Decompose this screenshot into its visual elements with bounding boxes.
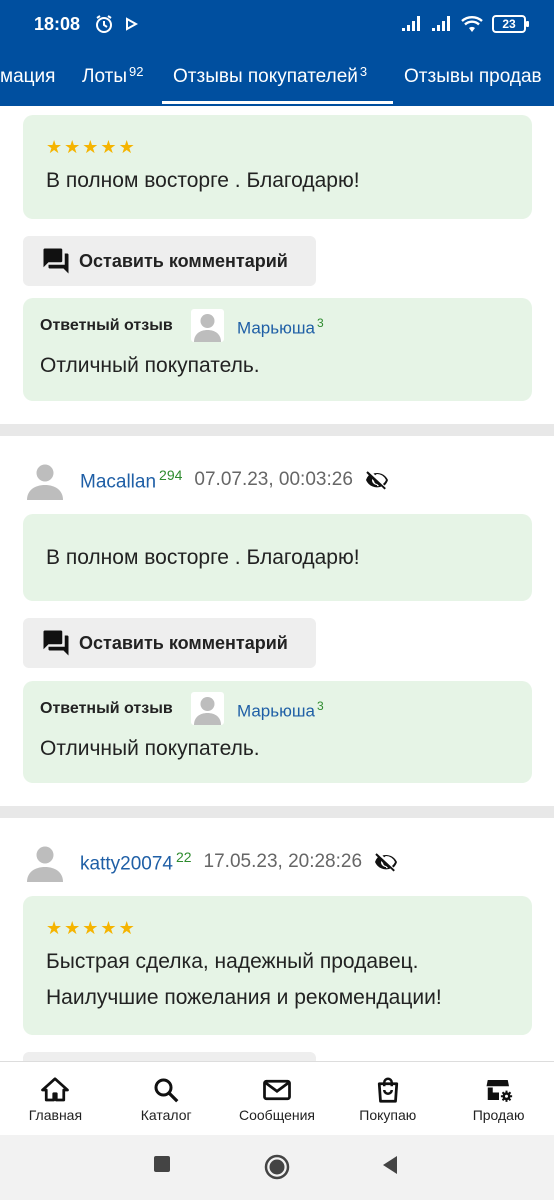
rating-stars: ★ ★ ★ ★ ★ xyxy=(46,138,135,156)
system-navigation-bar xyxy=(0,1135,554,1200)
tab-buyer-reviews-count: 3 xyxy=(359,63,368,79)
tab-seller-reviews[interactable]: Отзывы продав xyxy=(404,48,542,106)
star-icon: ★ xyxy=(82,918,99,938)
nav-messages[interactable]: Сообщения xyxy=(222,1062,333,1135)
review-text-line: Наилучшие пожелания и рекомендации! xyxy=(46,986,442,1009)
active-tab-indicator xyxy=(162,101,393,104)
leave-comment-button[interactable]: Оставить комментарий xyxy=(23,236,316,286)
review-card: В полном восторге . Благодарю! xyxy=(23,514,532,601)
tab-lots-count: 92 xyxy=(128,63,144,79)
signal-icon-2 xyxy=(432,16,450,31)
reply-text: Отличный покупатель. xyxy=(40,354,260,377)
home-button[interactable] xyxy=(264,1154,290,1180)
star-icon: ★ xyxy=(82,137,99,157)
leave-comment-label: Оставить комментарий xyxy=(79,632,288,653)
search-icon xyxy=(154,1078,179,1102)
alarm-icon xyxy=(96,15,113,33)
status-time: 18:08 xyxy=(34,13,81,34)
eye-off-icon[interactable] xyxy=(365,468,389,492)
eye-off-icon[interactable] xyxy=(374,850,398,874)
star-icon: ★ xyxy=(118,918,135,938)
divider xyxy=(0,424,554,436)
avatar xyxy=(191,309,224,342)
author-rating: 22 xyxy=(175,848,192,865)
mail-icon xyxy=(263,1079,291,1100)
signal-icon xyxy=(402,16,420,31)
user-rating: 3 xyxy=(316,699,324,713)
star-icon: ★ xyxy=(64,137,81,157)
reply-username-link[interactable]: Марьюша 3 xyxy=(237,316,324,339)
review-card: ★ ★ ★ ★ ★ В полном восторге . Благодарю! xyxy=(23,115,532,219)
avatar xyxy=(27,464,63,500)
star-icon: ★ xyxy=(46,918,63,938)
user-rating: 3 xyxy=(316,316,324,330)
review-author-row: Macallan 294 07.07.23, 00:03:26 xyxy=(25,460,389,500)
user-icon xyxy=(194,314,221,342)
user-icon xyxy=(194,697,221,725)
star-icon: ★ xyxy=(64,918,81,938)
nav-buying[interactable]: Покупаю xyxy=(332,1062,443,1135)
star-icon: ★ xyxy=(100,137,117,157)
reply-username-link[interactable]: Марьюша 3 xyxy=(237,699,324,722)
reviews-list[interactable]: ★ ★ ★ ★ ★ В полном восторге . Благодарю! Ост… xyxy=(0,106,554,1061)
review-text-line: Быстрая сделка, надежный продавец. xyxy=(46,950,419,973)
home-icon xyxy=(41,1076,70,1101)
status-bar: 18:08 23 xyxy=(0,0,554,48)
nav-home[interactable]: Главная xyxy=(0,1062,111,1135)
tab-buyer-reviews[interactable]: Отзывы покупателей 3 xyxy=(173,48,367,106)
review-card: ★ ★ ★ ★ ★ Быстрая сделка, надежный продавец.… xyxy=(23,896,532,1035)
reply-card: Ответный отзыв Марьюша 3 Отличный покупат… xyxy=(23,298,532,401)
nav-selling[interactable]: Продаю xyxy=(443,1062,554,1135)
review-date: 17.05.23, 20:28:26 xyxy=(203,851,363,872)
review-date: 07.07.23, 00:03:26 xyxy=(194,469,353,490)
leave-comment-label: Оставить комментарий xyxy=(79,250,288,271)
tab-lots[interactable]: Лоты 92 xyxy=(82,48,143,106)
reply-text: Отличный покупатель. xyxy=(40,737,260,760)
bottom-navigation: Главная Каталог Сообщения Покупаю Продаю xyxy=(0,1061,554,1135)
back-button[interactable] xyxy=(381,1155,399,1175)
nav-catalog[interactable]: Каталог xyxy=(111,1062,222,1135)
play-icon xyxy=(126,17,139,31)
divider xyxy=(0,806,554,818)
star-icon: ★ xyxy=(100,918,117,938)
review-author-link[interactable]: katty20074 22 xyxy=(80,849,192,875)
recent-apps-button[interactable] xyxy=(153,1155,171,1173)
author-rating: 294 xyxy=(159,466,183,483)
avatar xyxy=(191,692,224,725)
star-icon: ★ xyxy=(46,137,63,157)
shopping-bag-icon xyxy=(377,1077,398,1103)
review-text: В полном восторге . Благодарю! xyxy=(46,169,360,192)
comment-icon xyxy=(43,630,69,656)
avatar xyxy=(27,846,63,882)
review-author-row: katty20074 22 17.05.23, 20:28:26 xyxy=(25,842,398,882)
review-text: В полном восторге . Благодарю! xyxy=(46,546,360,569)
reply-title: Ответный отзыв xyxy=(40,317,173,334)
tab-bar: мация Лоты 92 Отзывы покупателей 3 Отзывы … xyxy=(0,48,554,106)
rating-stars: ★ ★ ★ ★ ★ xyxy=(46,919,135,937)
wifi-icon xyxy=(461,16,483,32)
leave-comment-button[interactable]: Оставить комментарий xyxy=(23,618,316,668)
reply-card: Ответный отзыв Марьюша 3 Отличный покупат… xyxy=(23,681,532,783)
review-author-link[interactable]: Macallan 294 xyxy=(80,467,182,493)
battery-indicator: 23 xyxy=(492,15,529,33)
star-icon: ★ xyxy=(118,137,135,157)
leave-comment-button[interactable] xyxy=(23,1052,316,1061)
comment-icon xyxy=(43,248,69,274)
reply-title: Ответный отзыв xyxy=(40,700,173,717)
store-settings-icon xyxy=(486,1079,512,1102)
tab-information[interactable]: мация xyxy=(0,48,55,106)
